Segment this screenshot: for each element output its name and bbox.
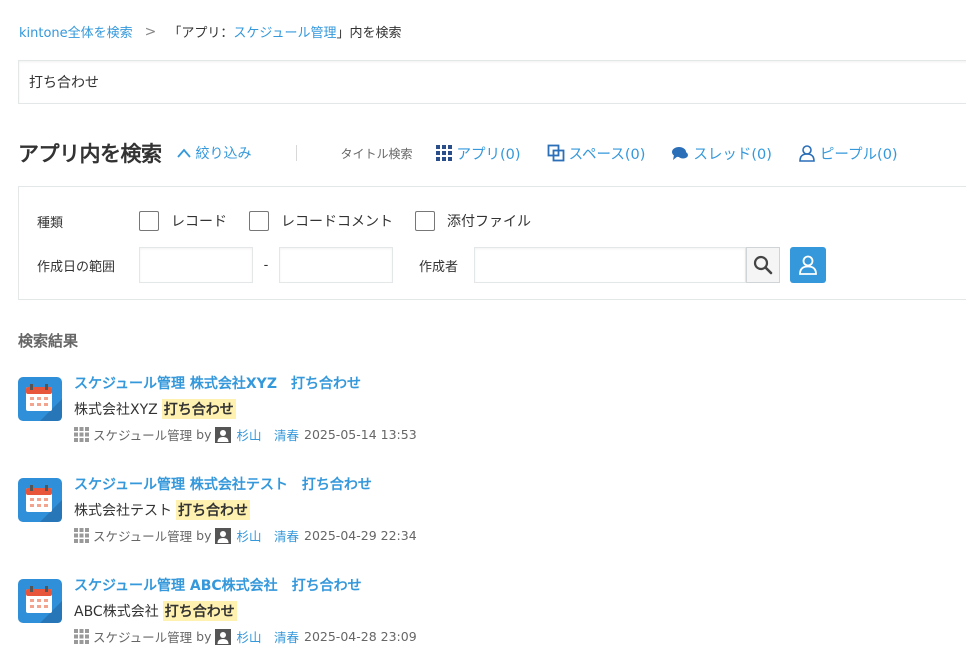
date-range-separator: - bbox=[263, 257, 269, 273]
date-to-input[interactable] bbox=[279, 247, 393, 283]
date-creator-row: 作成日の範囲 - 作成者 bbox=[37, 247, 826, 283]
results-heading: 検索結果 bbox=[18, 332, 79, 350]
tab-apps-label: アプリ(0) bbox=[456, 146, 521, 163]
result-meta: スケジュール管理 by 杉山 清春 2025-04-28 23:09 bbox=[74, 627, 417, 646]
attachment-checkbox-box[interactable] bbox=[415, 211, 435, 231]
search-header: アプリ内を検索 絞り込み タイトル検索 アプリ(0) スペース(0) スレッド(… bbox=[18, 138, 898, 168]
record-checkbox[interactable]: レコード bbox=[139, 211, 227, 231]
breadcrumb-app-link[interactable]: スケジュール管理 bbox=[233, 26, 336, 41]
breadcrumb-scope-suffix: 」内を検索 bbox=[336, 26, 402, 41]
attachment-checkbox-label: 添付ファイル bbox=[447, 214, 531, 230]
result-title-link[interactable]: スケジュール管理 株式会社テスト 打ち合わせ bbox=[74, 474, 372, 494]
result-title-main: スケジュール管理 株式会社XYZ bbox=[74, 376, 277, 392]
breadcrumb-scope: 「アプリ：スケジュール管理」内を検索 bbox=[168, 22, 401, 41]
creator-search-button[interactable] bbox=[746, 247, 780, 283]
user-icon bbox=[799, 255, 817, 275]
result-snippet-text: 株式会社テスト bbox=[74, 503, 172, 519]
breadcrumb-separator: > bbox=[144, 23, 157, 40]
record-comment-checkbox[interactable]: レコードコメント bbox=[249, 211, 393, 231]
creator-select-user-button[interactable] bbox=[790, 247, 826, 283]
result-snippet-highlight: 打ち合わせ bbox=[162, 601, 237, 621]
grid-icon bbox=[74, 528, 89, 543]
result-snippet: 株式会社テスト 打ち合わせ bbox=[74, 500, 250, 520]
record-checkbox-label: レコード bbox=[171, 214, 227, 230]
user-avatar-icon bbox=[215, 628, 232, 645]
result-app-name[interactable]: スケジュール管理 bbox=[93, 526, 192, 545]
result-datetime: 2025-05-14 13:53 bbox=[304, 427, 417, 442]
record-comment-checkbox-label: レコードコメント bbox=[281, 214, 393, 230]
result-item: スケジュール管理 株式会社XYZ 打ち合わせ 株式会社XYZ 打ち合わせ スケジュー… bbox=[18, 373, 918, 453]
result-item: スケジュール管理 株式会社テスト 打ち合わせ 株式会社テスト 打ち合わせ スケジュー… bbox=[18, 474, 918, 554]
result-title-link[interactable]: スケジュール管理 株式会社XYZ 打ち合わせ bbox=[74, 373, 361, 393]
narrow-down-label: 絞り込み bbox=[195, 146, 252, 162]
user-avatar-icon bbox=[215, 527, 232, 544]
date-range-label: 作成日の範囲 bbox=[37, 259, 116, 275]
result-user-link[interactable]: 杉山 清春 bbox=[236, 526, 299, 545]
search-input[interactable] bbox=[19, 61, 966, 103]
result-meta: スケジュール管理 by 杉山 清春 2025-04-29 22:34 bbox=[74, 526, 417, 545]
result-title-main: スケジュール管理 株式会社テスト bbox=[74, 477, 288, 493]
creator-input[interactable] bbox=[474, 247, 746, 283]
breadcrumb: kintone全体を検索 > 「アプリ：スケジュール管理」内を検索 bbox=[19, 22, 402, 42]
result-snippet-text: ABC株式会社 bbox=[74, 604, 159, 620]
result-snippet-text: 株式会社XYZ bbox=[74, 402, 158, 418]
result-datetime: 2025-04-29 22:34 bbox=[304, 528, 417, 543]
result-title-keyword: 打ち合わせ bbox=[291, 578, 362, 594]
creator-label: 作成者 bbox=[419, 259, 459, 275]
tab-people-label: ピープル(0) bbox=[819, 146, 898, 163]
tab-people[interactable]: ピープル(0) bbox=[798, 143, 898, 164]
result-snippet: 株式会社XYZ 打ち合わせ bbox=[74, 399, 236, 419]
page-title: アプリ内を検索 bbox=[18, 142, 162, 166]
result-snippet-highlight: 打ち合わせ bbox=[161, 399, 236, 419]
filter-panel: 種類 レコード レコードコメント 添付ファイル 作成日の範囲 - 作成者 bbox=[18, 186, 966, 300]
type-label: 種類 bbox=[37, 215, 64, 231]
result-meta: スケジュール管理 by 杉山 清春 2025-05-14 13:53 bbox=[74, 425, 417, 444]
type-filter-row: 種類 レコード レコードコメント 添付ファイル bbox=[37, 211, 531, 231]
date-from-input[interactable] bbox=[139, 247, 253, 283]
result-datetime: 2025-04-28 23:09 bbox=[304, 629, 417, 644]
attachment-checkbox[interactable]: 添付ファイル bbox=[415, 211, 531, 231]
result-title-keyword: 打ち合わせ bbox=[301, 477, 372, 493]
record-checkbox-box[interactable] bbox=[139, 211, 159, 231]
result-by: by bbox=[196, 528, 212, 543]
calendar-app-icon[interactable] bbox=[18, 579, 62, 623]
result-app-name[interactable]: スケジュール管理 bbox=[93, 627, 192, 646]
calendar-app-icon[interactable] bbox=[18, 478, 62, 522]
chevron-up-icon bbox=[176, 148, 191, 158]
result-by: by bbox=[196, 629, 212, 644]
grid-icon bbox=[74, 427, 89, 442]
result-app-name[interactable]: スケジュール管理 bbox=[93, 425, 192, 444]
record-comment-checkbox-box[interactable] bbox=[249, 211, 269, 231]
result-snippet-highlight: 打ち合わせ bbox=[176, 500, 250, 520]
space-icon bbox=[547, 144, 564, 162]
header-divider bbox=[295, 145, 297, 161]
search-box bbox=[18, 60, 966, 104]
breadcrumb-kintone-search-link[interactable]: kintone全体を検索 bbox=[19, 22, 133, 41]
title-search-label[interactable]: タイトル検索 bbox=[341, 145, 413, 162]
result-title-link[interactable]: スケジュール管理 ABC株式会社 打ち合わせ bbox=[74, 575, 362, 595]
result-user-link[interactable]: 杉山 清春 bbox=[236, 425, 299, 444]
tab-spaces[interactable]: スペース(0) bbox=[547, 143, 646, 164]
tab-threads[interactable]: スレッド(0) bbox=[671, 143, 772, 164]
result-snippet: ABC株式会社 打ち合わせ bbox=[74, 601, 237, 621]
breadcrumb-scope-prefix: 「アプリ： bbox=[168, 26, 234, 41]
user-avatar-icon bbox=[215, 426, 232, 443]
result-item: スケジュール管理 ABC株式会社 打ち合わせ ABC株式会社 打ち合わせ スケジュー… bbox=[18, 575, 918, 655]
result-user-link[interactable]: 杉山 清春 bbox=[236, 627, 299, 646]
tab-spaces-label: スペース(0) bbox=[568, 146, 646, 163]
search-icon bbox=[753, 255, 773, 275]
result-by: by bbox=[196, 427, 212, 442]
calendar-app-icon[interactable] bbox=[18, 377, 62, 421]
tab-apps[interactable]: アプリ(0) bbox=[435, 143, 521, 164]
grid-icon bbox=[435, 145, 452, 161]
result-title-keyword: 打ち合わせ bbox=[290, 376, 361, 392]
tab-threads-label: スレッド(0) bbox=[693, 146, 772, 163]
grid-icon bbox=[74, 629, 89, 644]
narrow-down-toggle[interactable]: 絞り込み bbox=[176, 143, 252, 163]
result-title-main: スケジュール管理 ABC株式会社 bbox=[74, 578, 278, 594]
people-icon bbox=[799, 145, 815, 162]
thread-icon bbox=[672, 147, 689, 160]
